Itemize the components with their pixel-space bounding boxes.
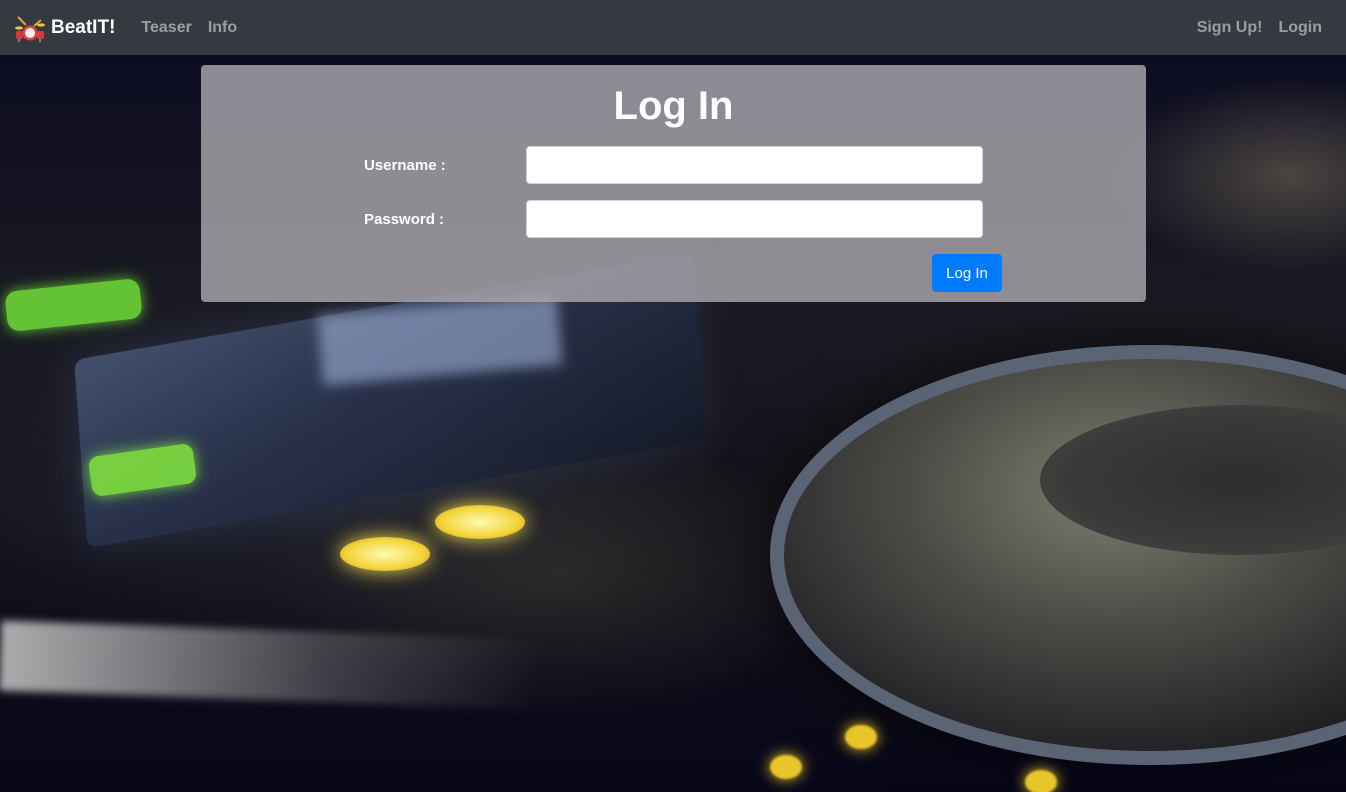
nav-link-teaser[interactable]: Teaser: [133, 11, 199, 45]
bg-led: [770, 755, 802, 779]
page-title: Log In: [613, 84, 734, 128]
brand-name: BeatIT!: [51, 16, 116, 38]
username-input[interactable]: [526, 146, 983, 184]
login-card: Log In Username : Password : Log In: [201, 65, 1146, 302]
brand-link[interactable]: BeatIT!: [14, 14, 115, 42]
bg-yellow-button: [435, 505, 525, 539]
username-label: Username :: [364, 156, 446, 174]
bg-led: [1025, 770, 1057, 792]
username-row: Username :: [364, 146, 984, 184]
nav-right: Sign Up! Login: [1189, 11, 1330, 45]
nav-link-login[interactable]: Login: [1270, 11, 1330, 45]
bg-light-strip: [0, 620, 542, 710]
password-label: Password :: [364, 210, 445, 228]
nav-link-info[interactable]: Info: [200, 11, 245, 45]
login-submit-button[interactable]: Log In: [932, 254, 1002, 292]
bg-led: [845, 725, 877, 749]
bg-yellow-button: [340, 537, 430, 571]
bg-green-button: [4, 278, 143, 332]
password-input[interactable]: [526, 200, 983, 238]
top-navbar: BeatIT! Teaser Info Sign Up! Login: [0, 0, 1346, 55]
nav-link-signup[interactable]: Sign Up!: [1189, 11, 1271, 45]
password-row: Password :: [364, 200, 984, 238]
nav-left: Teaser Info: [133, 11, 245, 45]
drum-kit-icon: [15, 15, 45, 42]
